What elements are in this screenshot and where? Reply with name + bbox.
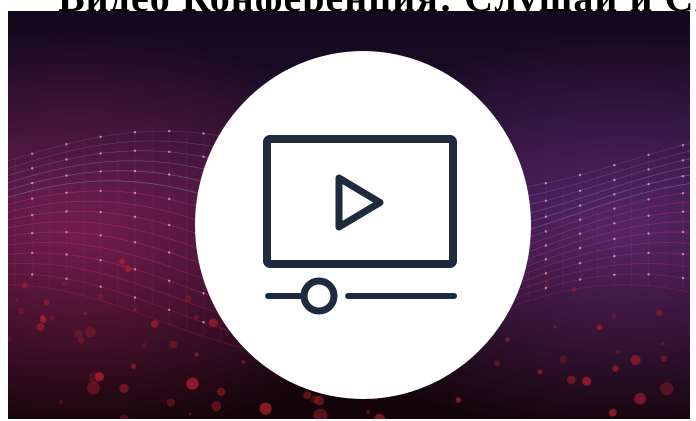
hero-banner — [8, 11, 690, 419]
video-badge — [195, 51, 531, 399]
video-player-icon — [263, 135, 457, 315]
progress-knob-icon — [300, 277, 338, 315]
play-icon — [335, 174, 384, 231]
screen-frame-icon — [263, 135, 457, 268]
